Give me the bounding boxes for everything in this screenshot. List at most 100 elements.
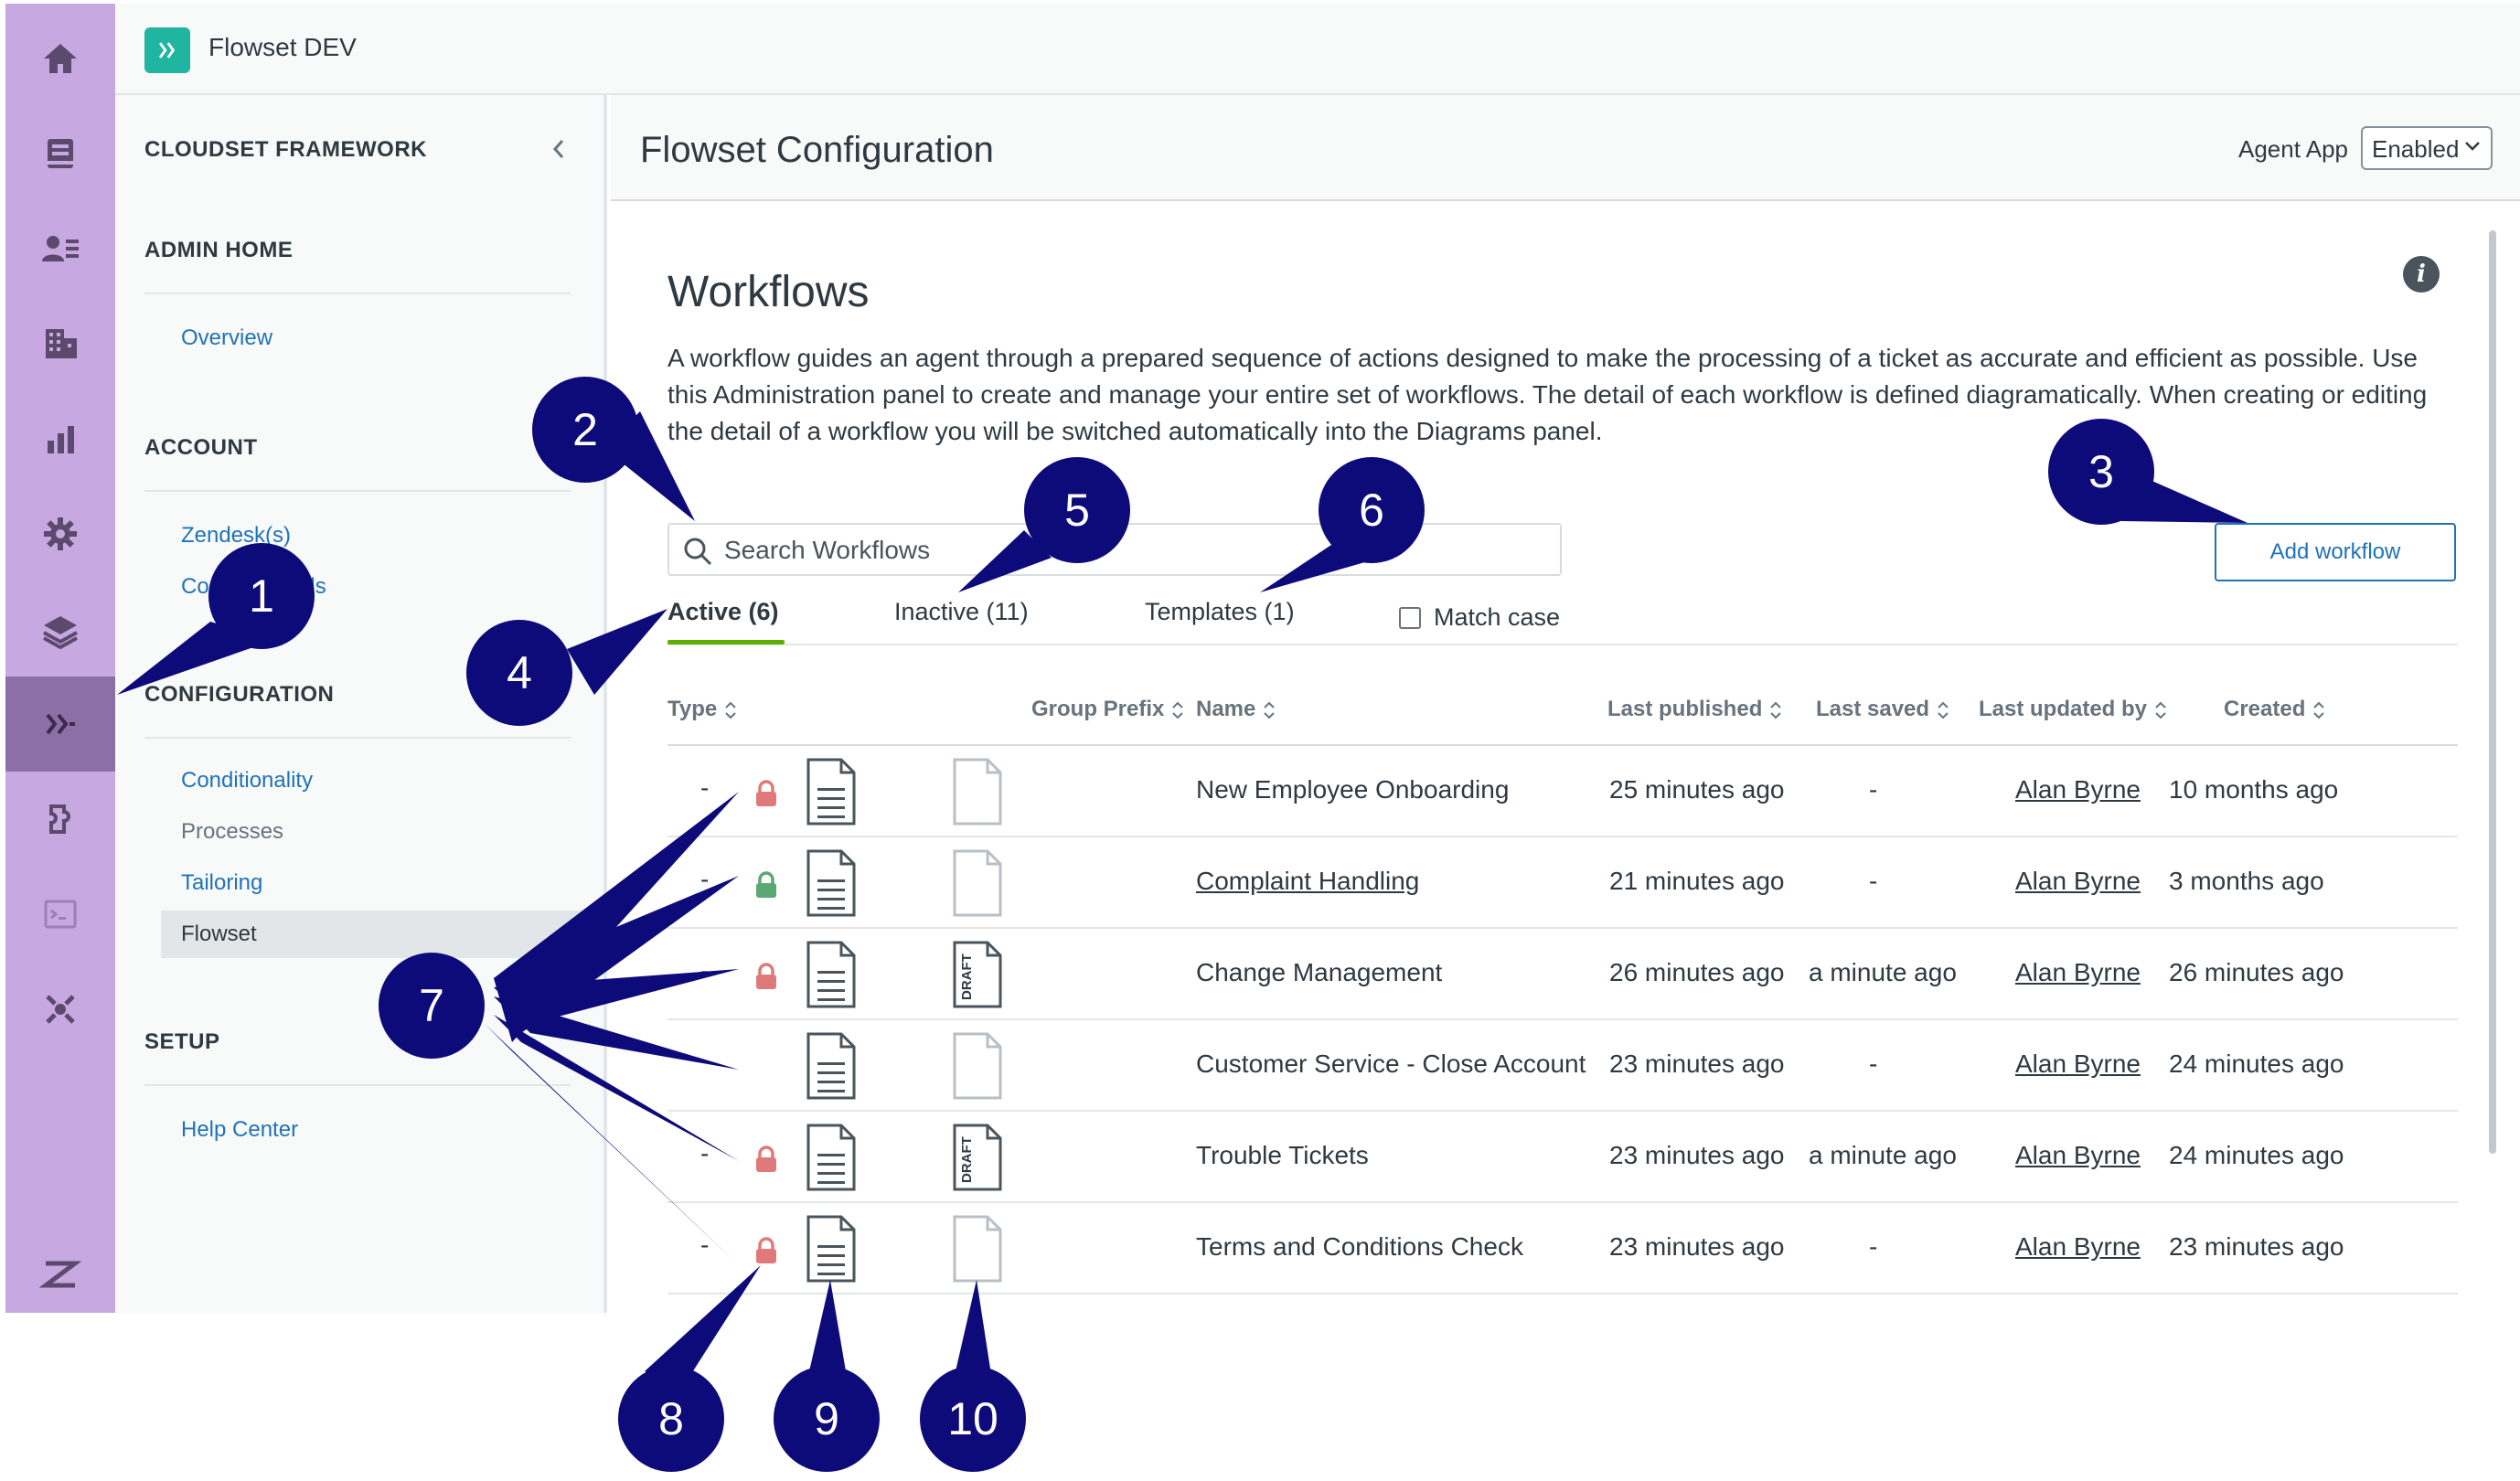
table-row[interactable]: - Terms and Conditions Check 23 minutes ag… [667,1203,2458,1295]
updated-by-link[interactable]: Alan Byrne [2015,775,2141,804]
workflow-name: Terms and Conditions Check [1196,1232,1523,1261]
layers-icon[interactable] [5,581,115,677]
updated-by-link[interactable]: Alan Byrne [2015,958,2141,987]
column-header-group-prefix[interactable]: Group Prefix [1031,697,1184,722]
tab-templates[interactable]: Templates (1) [1145,598,1295,626]
flowset-icon[interactable] [5,677,115,772]
lock-icon[interactable] [753,779,779,808]
nav-item-flowset[interactable]: Flowset [161,911,587,958]
updated-by-link[interactable]: Alan Byrne [2015,1049,2141,1079]
nav-divider [144,293,571,294]
users-icon[interactable] [5,201,115,296]
draft-document-icon[interactable]: DRAFT [951,940,1004,1009]
column-header-type[interactable]: Type [667,697,737,722]
organizations-icon[interactable] [5,296,115,391]
column-header-last-published[interactable]: Last published [1607,697,1782,722]
created-cell: 24 minutes ago [2169,1141,2344,1169]
last-published-cell: 25 minutes ago [1609,775,1785,804]
nav-title: CLOUDSET FRAMEWORK [144,137,427,162]
empty-draft-icon [953,849,1002,917]
unlock-icon[interactable] [753,870,779,900]
annotation-badge-5: 5 [1024,457,1130,563]
lock-icon[interactable] [753,1145,779,1174]
column-header-created[interactable]: Created [2224,697,2325,722]
annotation-badge-1: 1 [208,543,315,649]
table-row[interactable]: - DRAFT Change Management 26 minutes ago a m… [667,929,2458,1020]
column-header-label: Last updated by [1979,697,2148,721]
last-published-cell: 23 minutes ago [1609,1232,1785,1261]
annotation-badge-6: 6 [1319,457,1425,563]
match-case-checkbox[interactable] [1399,606,1421,629]
annotation-badge-7: 7 [379,953,485,1059]
updated-by-link[interactable]: Alan Byrne [2015,1232,2141,1262]
add-workflow-button[interactable]: Add workflow [2215,523,2456,581]
table-row[interactable]: - New Employee Onboarding 25 minutes ago - A… [667,746,2458,837]
workflow-document-icon[interactable] [805,848,858,918]
updated-by-link[interactable]: Alan Byrne [2015,867,2141,896]
updated-by-link[interactable]: Alan Byrne [2015,1141,2141,1170]
sort-icon [1938,701,1949,719]
agent-app-label: Agent App [2238,135,2348,163]
nav-divider [144,490,571,492]
nav-item-help-center[interactable]: Help Center [181,1117,298,1143]
integrations-icon[interactable] [5,772,115,867]
section-description: A workflow guides an agent through a pre… [667,344,2428,445]
connections-icon[interactable] [5,962,115,1057]
nav-item-tailoring[interactable]: Tailoring [181,870,262,896]
settings-icon[interactable] [5,486,115,581]
last-saved-cell: a minute ago [1809,1141,1957,1169]
nav-item-overview[interactable]: Overview [181,325,272,351]
column-header-last-saved[interactable]: Last saved [1816,697,1949,722]
annotation-badge-2: 2 [532,377,638,483]
workflow-name[interactable]: Complaint Handling [1196,867,1419,896]
type-cell: - [700,1139,710,1167]
match-case-toggle[interactable]: Match case [1399,603,1560,632]
draft-document-icon[interactable]: DRAFT [951,1123,1004,1192]
scrollbar[interactable] [2489,230,2496,1154]
column-header-name[interactable]: Name [1196,697,1276,722]
tickets-icon[interactable] [5,106,115,201]
workflow-name: New Employee Onboarding [1196,775,1510,804]
top-bar: Flowset DEV [115,4,2520,95]
lock-icon[interactable] [753,1236,779,1265]
reporting-icon[interactable] [5,391,115,486]
nav-heading-setup: SETUP [144,1029,220,1054]
empty-draft-icon [953,758,1002,826]
terminal-icon[interactable] [5,867,115,962]
nav-heading-admin-home: ADMIN HOME [144,238,294,262]
column-header-label: Group Prefix [1031,697,1165,721]
sort-icon [1172,701,1184,719]
zendesk-logo-icon [5,1225,115,1313]
agent-app-select[interactable]: Enabled [2361,126,2493,170]
draft-label: DRAFT [959,954,975,1000]
workflow-document-icon[interactable] [805,1031,858,1101]
workflow-name: Change Management [1196,958,1443,986]
workflow-document-icon[interactable] [805,757,858,826]
workflow-document-icon[interactable] [805,1214,858,1284]
match-case-label: Match case [1434,603,1561,631]
workflow-name: Customer Service - Close Account [1196,1049,1586,1078]
last-published-cell: 23 minutes ago [1609,1049,1785,1078]
nav-item-processes[interactable]: Processes [181,819,283,845]
type-cell: - [700,865,710,893]
home-icon[interactable] [5,11,115,106]
table-row[interactable]: Customer Service - Close Account 23 minut… [667,1020,2458,1112]
nav-item-conditionality[interactable]: Conditionality [181,768,313,794]
last-saved-cell: a minute ago [1809,958,1957,986]
workflow-document-icon[interactable] [805,940,858,1009]
page-title: Flowset Configuration [640,130,994,170]
table-row[interactable]: - DRAFT Trouble Tickets 23 minutes ago a min… [667,1112,2458,1203]
created-cell: 23 minutes ago [2169,1232,2344,1261]
tab-active[interactable]: Active (6) [667,598,779,626]
column-header-label: Last published [1607,697,1763,721]
last-published-cell: 23 minutes ago [1609,1141,1785,1169]
column-header-last-updated-by[interactable]: Last updated by [1979,697,2167,722]
lock-icon[interactable] [753,962,779,991]
app-window: Flowset DEV CLOUDSET FRAMEWORK ADMIN HOM… [0,0,2520,1313]
chevron-left-icon [552,140,564,158]
info-icon[interactable]: i [2403,256,2440,293]
table-row[interactable]: - Complaint Handling 21 minutes ago - Alan B… [667,837,2458,929]
collapse-nav-button[interactable] [545,135,572,163]
tab-inactive[interactable]: Inactive (11) [894,598,1029,626]
workflow-document-icon[interactable] [805,1123,858,1192]
